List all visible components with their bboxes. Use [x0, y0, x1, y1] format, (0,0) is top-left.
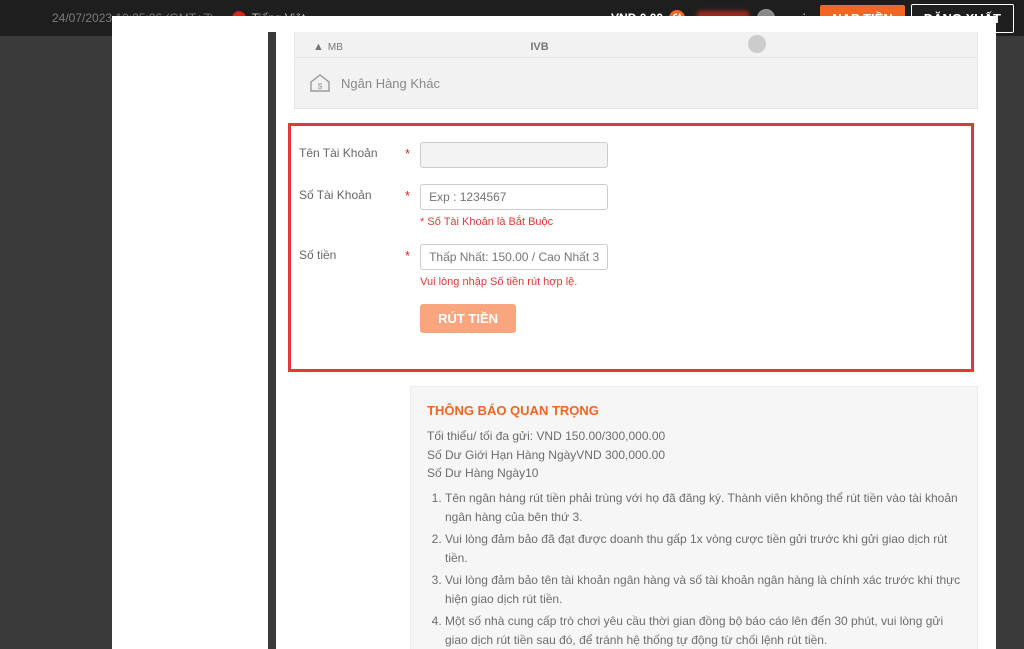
- house-dollar-icon: $: [307, 72, 333, 94]
- notice-item: Vui lòng đảm bảo tên tài khoản ngân hàng…: [445, 571, 961, 608]
- important-notice-panel: THÔNG BÁO QUAN TRỌNG Tối thiểu/ tối đa g…: [410, 386, 978, 649]
- bank-other-row[interactable]: $ Ngân Hàng Khác: [294, 58, 978, 109]
- bank-other-label: Ngân Hàng Khác: [341, 76, 440, 91]
- left-sidebar: [112, 32, 268, 649]
- required-asterisk: *: [405, 248, 410, 263]
- notice-line1: Tối thiểu/ tối đa gửi: VND 150.00/300,00…: [427, 427, 961, 446]
- withdraw-submit-button[interactable]: RÚT TIỀN: [420, 304, 516, 333]
- required-asterisk: *: [405, 188, 410, 203]
- notice-line2: Số Dư Giới Hạn Hàng NgàyVND 300,000.00: [427, 446, 961, 465]
- amount-input[interactable]: [420, 244, 608, 270]
- notice-title: THÔNG BÁO QUAN TRỌNG: [427, 401, 961, 421]
- notice-item: Tên ngân hàng rút tiền phải trùng với họ…: [445, 489, 961, 526]
- account-number-error: * Số Tài Khoản là Bắt Buộc: [420, 216, 608, 228]
- notice-item: Vui lòng đảm bảo đã đạt được doanh thu g…: [445, 530, 961, 567]
- account-name-label: Tên Tài Khoản: [299, 142, 403, 160]
- bank-option-mb[interactable]: ▲MB: [313, 35, 530, 53]
- account-number-label: Số Tài Khoản: [299, 184, 403, 202]
- page-frame: ▲MB IVB $ Ngân Hàng Khác Tên Tài Khoản *…: [112, 16, 996, 649]
- bank-row-partial: ▲MB IVB: [294, 32, 978, 58]
- notice-list: Tên ngân hàng rút tiền phải trùng với họ…: [445, 489, 961, 649]
- required-asterisk: *: [405, 146, 410, 161]
- withdraw-form-highlight: Tên Tài Khoản * Số Tài Khoản * * Số Tài …: [288, 123, 974, 372]
- bank-option-generic[interactable]: [748, 35, 965, 53]
- account-number-input[interactable]: [420, 184, 608, 210]
- notice-line3: Số Dư Hàng Ngày10: [427, 464, 961, 483]
- account-name-input: [420, 142, 608, 168]
- svg-text:$: $: [318, 82, 323, 91]
- bank-option-ivb[interactable]: IVB: [530, 35, 747, 53]
- amount-error: Vui lòng nhập Số tiền rút hợp lệ.: [420, 276, 608, 288]
- main-content: ▲MB IVB $ Ngân Hàng Khác Tên Tài Khoản *…: [276, 32, 996, 649]
- amount-label: Số tiền: [299, 244, 403, 262]
- notice-item: Một số nhà cung cấp trò chơi yêu cầu thờ…: [445, 612, 961, 649]
